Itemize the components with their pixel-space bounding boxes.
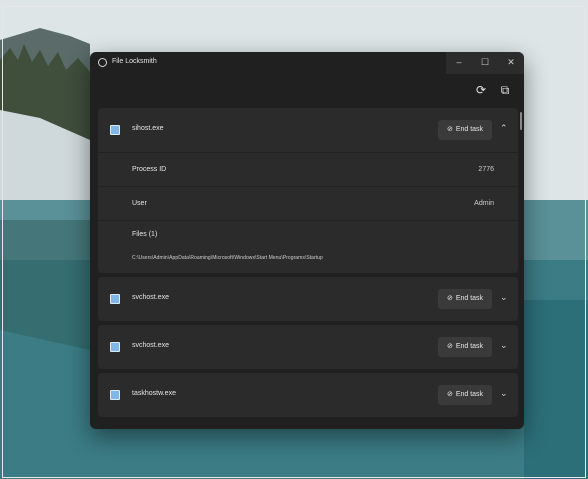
user-label: User — [132, 200, 147, 207]
process-header[interactable]: svchost.exe ⊘ End task ⌄ — [98, 325, 518, 369]
close-button[interactable]: ✕ — [498, 52, 524, 74]
process-name: sihost.exe — [132, 125, 164, 132]
chevron-down-icon[interactable]: ⌄ — [500, 292, 508, 303]
end-task-label: End task — [455, 295, 484, 302]
process-header[interactable]: taskhostw.exe ⊘ End task ⌄ — [98, 373, 518, 417]
end-task-label: End task — [455, 343, 484, 350]
process-item: sihost.exe ⊘ End task ⌃ Process ID 2776 U… — [98, 108, 518, 273]
process-icon — [110, 390, 120, 400]
process-id-label: Process ID — [132, 166, 167, 173]
maximize-button[interactable]: ☐ — [472, 52, 498, 74]
process-icon — [110, 294, 120, 304]
process-header[interactable]: sihost.exe ⊘ End task ⌃ — [98, 108, 518, 153]
process-item: svchost.exe ⊘ End task ⌄ — [98, 277, 518, 321]
end-task-button[interactable]: ⊘ End task — [438, 120, 492, 140]
chevron-down-icon[interactable]: ⌄ — [500, 340, 508, 351]
process-id-value: 2776 — [478, 166, 494, 173]
end-task-label: End task — [455, 391, 484, 398]
file-locksmith-icon — [98, 58, 107, 67]
files-section: Files (1) C:\Users\Admin\AppData\Roaming… — [98, 221, 518, 273]
process-list: sihost.exe ⊘ End task ⌃ Process ID 2776 U… — [98, 108, 518, 421]
block-icon: ⊘ — [446, 126, 453, 133]
block-icon: ⊘ — [446, 391, 453, 398]
refresh-icon[interactable]: ⟳ — [473, 82, 489, 98]
process-name: svchost.exe — [132, 342, 169, 349]
filter-icon[interactable]: ⧉ — [497, 82, 513, 98]
process-icon — [110, 342, 120, 352]
process-item: svchost.exe ⊘ End task ⌄ — [98, 325, 518, 369]
process-header[interactable]: svchost.exe ⊘ End task ⌄ — [98, 277, 518, 321]
end-task-button[interactable]: ⊘ End task — [438, 385, 492, 405]
process-name: taskhostw.exe — [132, 390, 176, 397]
end-task-button[interactable]: ⊘ End task — [438, 289, 492, 309]
chevron-up-icon[interactable]: ⌃ — [500, 123, 508, 134]
window-title: File Locksmith — [112, 58, 157, 65]
minimize-button[interactable]: – — [446, 52, 472, 74]
user-row: User Admin — [98, 187, 518, 221]
process-icon — [110, 125, 120, 135]
files-label: Files (1) — [132, 231, 158, 238]
process-id-row: Process ID 2776 — [98, 153, 518, 187]
chevron-down-icon[interactable]: ⌄ — [500, 388, 508, 399]
scrollbar[interactable] — [520, 112, 522, 130]
end-task-label: End task — [455, 126, 484, 133]
block-icon: ⊘ — [446, 343, 453, 350]
end-task-button[interactable]: ⊘ End task — [438, 337, 492, 357]
block-icon: ⊘ — [446, 295, 453, 302]
process-name: svchost.exe — [132, 294, 169, 301]
process-item: taskhostw.exe ⊘ End task ⌄ — [98, 373, 518, 417]
user-value: Admin — [474, 200, 494, 207]
file-locksmith-window: File Locksmith – ☐ ✕ ⟳ ⧉ sihost.exe ⊘ End… — [90, 52, 524, 429]
file-path[interactable]: C:\Users\Admin\AppData\Roaming\Microsoft… — [132, 255, 323, 261]
title-bar[interactable]: File Locksmith – ☐ ✕ — [90, 52, 524, 74]
